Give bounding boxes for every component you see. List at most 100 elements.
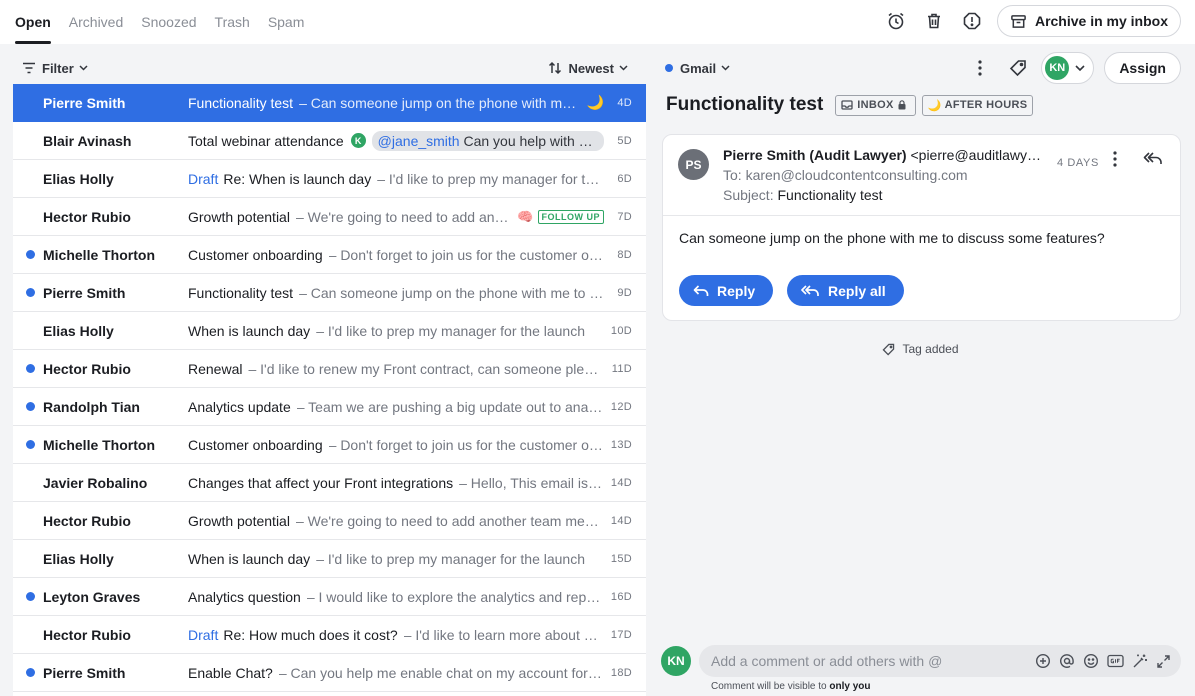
reply-all-label: Reply all xyxy=(828,282,886,299)
inbox-chip[interactable]: INBOX xyxy=(835,94,916,116)
row-content: Enable Chat? – Can you help me enable ch… xyxy=(188,665,604,681)
unread-dot xyxy=(26,402,35,411)
conversation-row[interactable]: Randolph Tian Analytics update – Team we… xyxy=(13,388,646,426)
row-subject: When is launch day xyxy=(188,550,311,567)
row-content: When is launch day – I'd like to prep my… xyxy=(188,551,604,567)
conversation-row[interactable]: Elias Holly When is launch day – I'd lik… xyxy=(13,312,646,350)
brain-icon: 🧠 xyxy=(517,208,534,224)
message-from: Pierre Smith (Audit Lawyer) <pierre@audi… xyxy=(723,147,1043,163)
row-sender: Pierre Smith xyxy=(43,284,126,301)
row-subject: Total webinar attendance xyxy=(188,132,344,149)
message-more-button[interactable] xyxy=(1113,151,1117,170)
row-age: 16D xyxy=(610,590,632,603)
mention-button[interactable] xyxy=(1059,653,1075,669)
conversation-row[interactable]: Pierre Smith Enable Chat? – Can you help… xyxy=(13,654,646,692)
more-options-button[interactable] xyxy=(965,52,995,84)
inbox-tray-icon xyxy=(841,100,853,110)
top-actions: Archive in my inbox xyxy=(873,5,1181,37)
reply-button[interactable]: Reply xyxy=(679,275,774,306)
tag-button[interactable] xyxy=(1003,52,1033,84)
top-bar: Open Archived Snoozed Trash Spam Archive… xyxy=(0,0,1195,44)
emoji-button[interactable] xyxy=(1083,653,1099,669)
mention-comment: @jane_smith Can you help with this? xyxy=(371,130,604,151)
filter-button[interactable]: Filter xyxy=(22,61,94,76)
row-snippet: – I'd like to prep my manager for the la… xyxy=(316,322,586,339)
activity-event: Tag added xyxy=(646,342,1195,356)
row-subject: Growth potential xyxy=(188,208,290,225)
tab-snoozed[interactable]: Snoozed xyxy=(141,0,196,44)
conversation-row[interactable]: Javier Robalino Changes that affect your… xyxy=(13,464,646,502)
after-hours-chip[interactable]: 🌙 AFTER HOURS xyxy=(921,94,1034,116)
comment-input[interactable] xyxy=(711,653,1027,669)
reply-all-icon xyxy=(801,284,819,296)
row-age: 11D xyxy=(611,362,632,375)
conversation-row[interactable]: Pierre Smith Functionality test – Can so… xyxy=(13,274,646,312)
add-attachment-button[interactable] xyxy=(1035,653,1051,669)
tag-icon xyxy=(1010,60,1027,77)
conversation-row[interactable]: Elias Holly Draft Re: When is launch day… xyxy=(13,160,646,198)
chevron-down-icon xyxy=(619,65,628,71)
conversation-row[interactable]: Hector Rubio Renewal – I'd like to renew… xyxy=(13,350,646,388)
row-sender: Javier Robalino xyxy=(43,474,148,491)
row-snippet: – Can someone jump on the phone with me … xyxy=(299,94,577,111)
conversation-row[interactable]: Elias Holly When is launch day – I'd lik… xyxy=(13,540,646,578)
conversation-row[interactable]: Michelle Thorton Customer onboarding – D… xyxy=(13,236,646,274)
conversation-row[interactable]: Michelle Thorton Customer onboarding – D… xyxy=(13,426,646,464)
row-subject: Growth potential xyxy=(188,512,290,529)
inbox-selector[interactable]: Gmail xyxy=(665,61,730,76)
row-subject: Customer onboarding xyxy=(188,246,323,263)
reply-all-button[interactable]: Reply all xyxy=(787,275,904,306)
conversation-row[interactable]: Leyton Graves Analytics question – I wou… xyxy=(13,578,646,616)
tab-spam[interactable]: Spam xyxy=(268,0,305,44)
snooze-button[interactable] xyxy=(881,5,911,37)
gif-button[interactable] xyxy=(1107,654,1124,668)
lock-icon xyxy=(898,100,906,110)
archive-in-inbox-label: Archive in my inbox xyxy=(1034,13,1168,29)
tab-open[interactable]: Open xyxy=(15,0,51,44)
mention-handle: @jane_smith xyxy=(377,132,460,149)
archive-in-inbox-button[interactable]: Archive in my inbox xyxy=(996,5,1181,37)
sort-button[interactable]: Newest xyxy=(548,61,634,76)
row-age: 8D xyxy=(617,248,632,261)
tag-icon xyxy=(882,343,895,355)
row-content: Customer onboarding – Don't forget to jo… xyxy=(188,437,604,453)
row-snippet: – Can someone jump on the phone with me … xyxy=(299,284,604,301)
row-snippet: – Don't forget to join us for the custom… xyxy=(328,436,604,453)
row-content: Total webinar attendance K @jane_smith C… xyxy=(188,130,604,151)
row-subject: Changes that affect your Front integrati… xyxy=(188,474,454,491)
filter-label: Filter xyxy=(42,60,74,76)
row-snippet: – I'd like to prep my manager for the la… xyxy=(316,550,586,567)
row-age: 9D xyxy=(617,286,632,299)
conversation-row[interactable]: Hector Rubio Draft Re: How much does it … xyxy=(13,616,646,654)
reply-icon xyxy=(693,284,709,296)
row-content: Customer onboarding – Don't forget to jo… xyxy=(188,247,604,263)
tab-archived[interactable]: Archived xyxy=(69,0,123,44)
ai-compose-button[interactable] xyxy=(1132,653,1148,669)
conversation-header: Functionality test INBOX 🌙 AFTER HOURS xyxy=(666,94,1039,116)
row-subject: Analytics update xyxy=(188,398,291,415)
row-content: Functionality test – Can someone jump on… xyxy=(188,285,604,301)
tab-trash[interactable]: Trash xyxy=(215,0,250,44)
trash-button[interactable] xyxy=(919,5,949,37)
row-content: Draft Re: When is launch day – I'd like … xyxy=(188,171,604,187)
conversation-row[interactable]: Hector Rubio Growth potential – We're go… xyxy=(13,502,646,540)
conversation-row[interactable]: Hector Rubio Growth potential – We're go… xyxy=(13,198,646,236)
unread-dot xyxy=(26,250,35,259)
inbox-color-dot xyxy=(665,64,673,72)
unread-dot xyxy=(26,668,35,677)
row-age: 7D xyxy=(617,210,632,223)
row-snippet: – I would like to explore the analytics … xyxy=(306,588,604,605)
row-sender: Blair Avinash xyxy=(43,132,132,149)
assign-button[interactable]: Assign xyxy=(1104,52,1181,84)
after-hours-chip-label: AFTER HOURS xyxy=(944,99,1028,111)
trash-icon xyxy=(927,13,940,29)
row-sender: Michelle Thorton xyxy=(43,436,155,453)
conversation-row[interactable]: Blair Avinash Total webinar attendance K… xyxy=(13,122,646,160)
quick-reply-all-button[interactable] xyxy=(1143,150,1163,169)
assignee-selector[interactable]: KN xyxy=(1041,52,1095,84)
expand-button[interactable] xyxy=(1156,654,1171,669)
row-snippet: – I'd like to learn more about pricing xyxy=(403,626,604,643)
conversation-row[interactable]: Pierre Smith Functionality test – Can so… xyxy=(13,84,646,122)
row-content: When is launch day – I'd like to prep my… xyxy=(188,323,604,339)
spam-button[interactable] xyxy=(957,5,987,37)
